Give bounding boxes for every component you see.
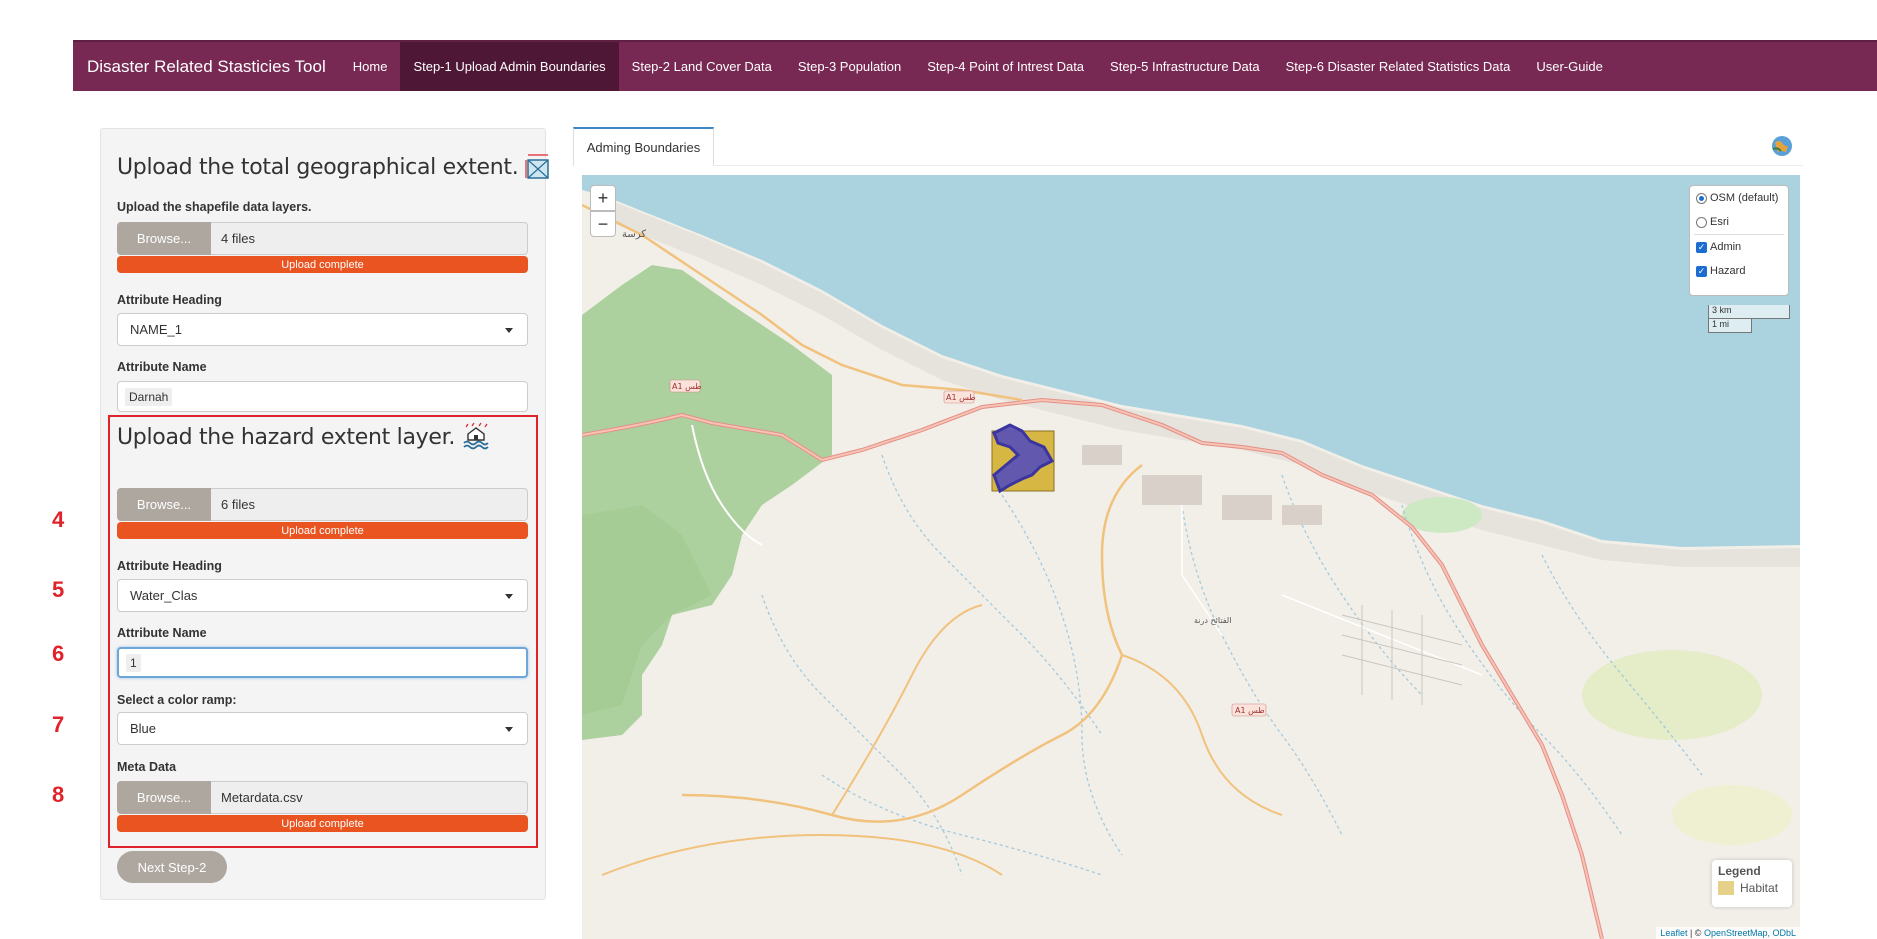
extent-icon — [525, 154, 549, 179]
chevron-down-icon — [505, 328, 513, 333]
hazard-browse-button[interactable]: Browse... — [117, 488, 211, 521]
next-step-button[interactable]: Next Step-2 — [117, 851, 227, 883]
hazard-name-input[interactable]: 1 — [117, 647, 528, 678]
osm-link[interactable]: OpenStreetMap, ODbL — [1704, 928, 1796, 938]
tab-adming-boundaries[interactable]: Adming Boundaries — [573, 127, 714, 166]
attribution-separator: | © — [1687, 928, 1704, 938]
chevron-down-icon — [505, 594, 513, 599]
nav-step6-disaster-stats[interactable]: Step-6 Disaster Related Statistics Data — [1273, 42, 1524, 91]
hazard-heading-select[interactable]: Water_Clas — [117, 579, 528, 612]
hazard-title-text: Upload the hazard extent layer. — [117, 425, 456, 450]
color-ramp-select[interactable]: Blue — [117, 712, 528, 745]
metadata-browse-button[interactable]: Browse... — [117, 781, 211, 814]
step-number-4: 4 — [52, 507, 65, 532]
tab-bar — [573, 165, 1803, 166]
place-label: كرسة — [622, 229, 646, 240]
scale-bar: 3 km 1 mi — [1708, 305, 1790, 333]
zoom-out-button[interactable]: − — [590, 211, 616, 237]
hazard-name-label: Attribute Name — [117, 626, 207, 640]
extent-file-name: 4 files — [211, 222, 528, 255]
hazard-file-input[interactable]: Browse... 6 files — [117, 488, 528, 521]
zoom-in-button[interactable]: + — [590, 185, 616, 211]
checkbox-icon[interactable]: ✓ — [1696, 241, 1707, 253]
metadata-upload-progress: Upload complete — [117, 815, 528, 832]
nav-step3-population[interactable]: Step-3 Population — [785, 42, 914, 91]
hazard-title: Upload the hazard extent layer. — [117, 422, 490, 450]
extent-heading-value: NAME_1 — [130, 322, 183, 337]
extent-title-text: Upload the total geographical extent. — [117, 155, 519, 180]
map-legend: Legend Habitat — [1712, 860, 1792, 907]
app-brand[interactable]: Disaster Related Stasticies Tool — [73, 57, 340, 77]
overlay-hazard[interactable]: ✓ Hazard — [1690, 259, 1788, 283]
road-label: A1 طس — [1235, 706, 1265, 715]
base-layer-esri-label: Esri — [1710, 216, 1729, 228]
step-number-5: 5 — [52, 577, 65, 602]
nav-step2-land-cover[interactable]: Step-2 Land Cover Data — [619, 42, 785, 91]
flood-icon — [463, 422, 489, 450]
legend-title: Legend — [1718, 864, 1761, 878]
extent-heading-label: Attribute Heading — [117, 293, 222, 307]
hazard-name-tag: 1 — [126, 653, 141, 672]
hazard-file-name: 6 files — [211, 488, 528, 521]
metadata-file-input[interactable]: Browse... Metardata.csv — [117, 781, 528, 814]
radio-icon[interactable] — [1696, 216, 1707, 228]
nav-step1-upload-admin-boundaries[interactable]: Step-1 Upload Admin Boundaries — [400, 42, 619, 91]
overlay-hazard-label: Hazard — [1710, 265, 1746, 277]
color-ramp-value: Blue — [130, 721, 157, 736]
step-number-7: 7 — [52, 712, 65, 737]
hazard-upload-progress: Upload complete — [117, 522, 528, 539]
nav-step5-infrastructure[interactable]: Step-5 Infrastructure Data — [1097, 42, 1273, 91]
road-label: A1 طس — [946, 393, 976, 402]
overlay-admin-label: Admin — [1710, 241, 1742, 253]
extent-name-tag: Darnah — [125, 387, 173, 406]
overlay-admin[interactable]: ✓ Admin — [1690, 235, 1788, 259]
extent-name-input[interactable]: Darnah — [117, 381, 528, 412]
color-ramp-label: Select a color ramp: — [117, 693, 237, 707]
place-label: الفتائح درنة — [1194, 616, 1231, 625]
legend-swatch — [1718, 881, 1734, 895]
legend-item-label: Habitat — [1740, 881, 1779, 895]
metadata-label: Meta Data — [117, 760, 177, 774]
navbar: Disaster Related Stasticies Tool Home St… — [73, 40, 1877, 91]
extent-upload-label: Upload the shapefile data layers. — [117, 200, 312, 214]
leaflet-link[interactable]: Leaflet — [1660, 928, 1687, 938]
map-attribution: Leaflet | © OpenStreetMap, ODbL — [1656, 927, 1800, 939]
step-number-8: 8 — [52, 782, 65, 807]
checkbox-icon[interactable]: ✓ — [1696, 265, 1707, 277]
road-label: A1 طس — [672, 382, 702, 391]
extent-browse-button[interactable]: Browse... — [117, 222, 211, 255]
map-tiles[interactable]: كرسة A1 طس A1 طس الفتائح درنة A1 طس — [582, 175, 1800, 939]
extent-upload-progress: Upload complete — [117, 256, 528, 273]
hazard-heading-value: Water_Clas — [130, 588, 198, 603]
chevron-down-icon — [505, 727, 513, 732]
extent-name-label: Attribute Name — [117, 360, 207, 374]
step-number-6: 6 — [52, 641, 65, 666]
nav-step4-poi[interactable]: Step-4 Point of Intrest Data — [914, 42, 1097, 91]
nav-user-guide[interactable]: User-Guide — [1523, 42, 1615, 91]
scale-km: 3 km — [1708, 305, 1790, 319]
base-layer-esri[interactable]: Esri — [1690, 210, 1788, 234]
map-view[interactable]: كرسة A1 طس A1 طس الفتائح درنة A1 طس + − … — [582, 175, 1800, 939]
legend-item: Habitat — [1718, 881, 1786, 895]
metadata-file-name: Metardata.csv — [211, 781, 528, 814]
extent-heading-select[interactable]: NAME_1 — [117, 313, 528, 346]
base-layer-osm-label: OSM (default) — [1710, 192, 1779, 204]
extent-title: Upload the total geographical extent. — [117, 152, 551, 180]
hazard-heading-label: Attribute Heading — [117, 559, 222, 573]
globe-icon[interactable] — [1770, 134, 1794, 158]
base-layer-osm[interactable]: OSM (default) — [1690, 186, 1788, 210]
scale-mi: 1 mi — [1708, 319, 1752, 333]
layer-control[interactable]: OSM (default) Esri ✓ Admin ✓ Hazard — [1689, 185, 1789, 296]
radio-icon[interactable] — [1696, 192, 1707, 204]
extent-file-input[interactable]: Browse... 4 files — [117, 222, 528, 255]
nav-home[interactable]: Home — [340, 42, 401, 91]
